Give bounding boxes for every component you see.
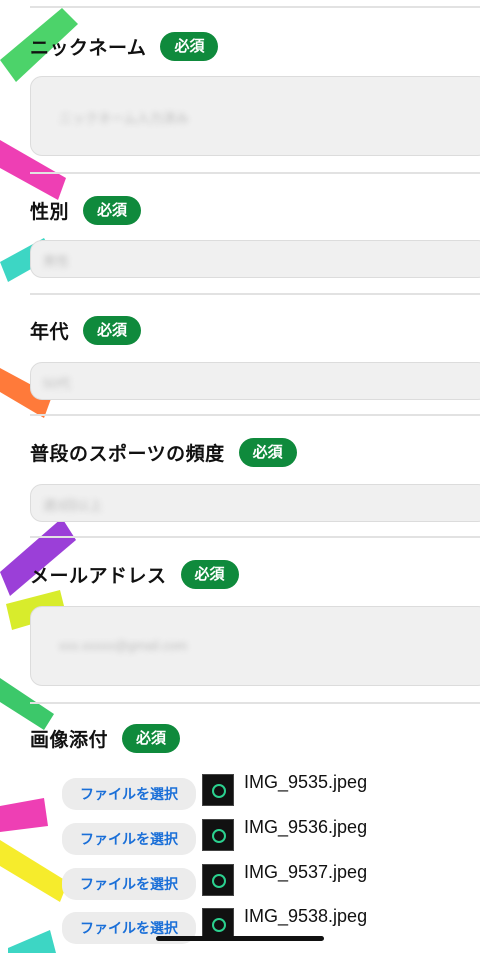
divider — [30, 414, 480, 416]
choose-file-button[interactable]: ファイルを選択 — [62, 868, 196, 900]
divider — [30, 702, 480, 704]
nickname-value: ニックネーム入力済み — [59, 111, 189, 126]
required-badge: 必須 — [83, 196, 142, 225]
email-label-row: メールアドレス 必須 — [30, 560, 239, 589]
image-attach-label: 画像添付 — [30, 730, 109, 751]
file-row: ファイルを選択 IMG_9536.jpeg — [62, 817, 367, 855]
image-thumbnail — [202, 864, 234, 896]
divider — [30, 293, 480, 295]
divider — [30, 172, 480, 174]
divider — [30, 536, 480, 538]
nickname-input[interactable]: ニックネーム入力済み — [30, 76, 480, 156]
gender-label: 性別 — [30, 202, 70, 223]
file-name: IMG_9537.jpeg — [244, 862, 368, 882]
sports-frequency-select[interactable]: 週3回以上 — [30, 484, 480, 522]
file-row: ファイルを選択 IMG_9535.jpeg — [62, 772, 367, 810]
nickname-label: ニックネーム — [30, 38, 147, 59]
gender-label-row: 性別 必須 — [30, 196, 142, 225]
required-badge: 必須 — [180, 560, 239, 589]
choose-file-button[interactable]: ファイルを選択 — [62, 778, 196, 810]
sports-frequency-value: 週3回以上 — [43, 498, 103, 513]
image-thumbnail — [202, 819, 234, 851]
email-value: xxx.xxxxx@gmail.com — [59, 638, 188, 653]
email-label: メールアドレス — [30, 566, 167, 587]
age-label-row: 年代 必須 — [30, 316, 142, 345]
gender-select[interactable]: 男性 — [30, 240, 480, 278]
email-input[interactable]: xxx.xxxxx@gmail.com — [30, 606, 480, 686]
divider — [30, 6, 480, 8]
age-label: 年代 — [30, 322, 70, 343]
required-badge: 必須 — [160, 32, 219, 61]
required-badge: 必須 — [122, 724, 181, 753]
sports-label-row: 普段のスポーツの頻度 必須 — [30, 438, 297, 467]
file-name: IMG_9538.jpeg — [244, 906, 368, 926]
age-value: 50代 — [43, 376, 71, 391]
required-badge: 必須 — [238, 438, 297, 467]
nickname-label-row: ニックネーム 必須 — [30, 32, 219, 61]
profile-form: ニックネーム 必須 ニックネーム入力済み 性別 必須 男性 年代 必須 50代 … — [0, 0, 480, 953]
file-name: IMG_9535.jpeg — [244, 772, 368, 792]
image-attach-label-row: 画像添付 必須 — [30, 724, 181, 753]
required-badge: 必須 — [83, 316, 142, 345]
sports-frequency-label: 普段のスポーツの頻度 — [30, 444, 225, 465]
home-indicator[interactable] — [156, 936, 324, 941]
file-name: IMG_9536.jpeg — [244, 817, 368, 837]
file-row: ファイルを選択 IMG_9537.jpeg — [62, 862, 367, 900]
gender-value: 男性 — [43, 254, 70, 269]
choose-file-button[interactable]: ファイルを選択 — [62, 823, 196, 855]
age-select[interactable]: 50代 — [30, 362, 480, 400]
image-thumbnail — [202, 774, 234, 806]
